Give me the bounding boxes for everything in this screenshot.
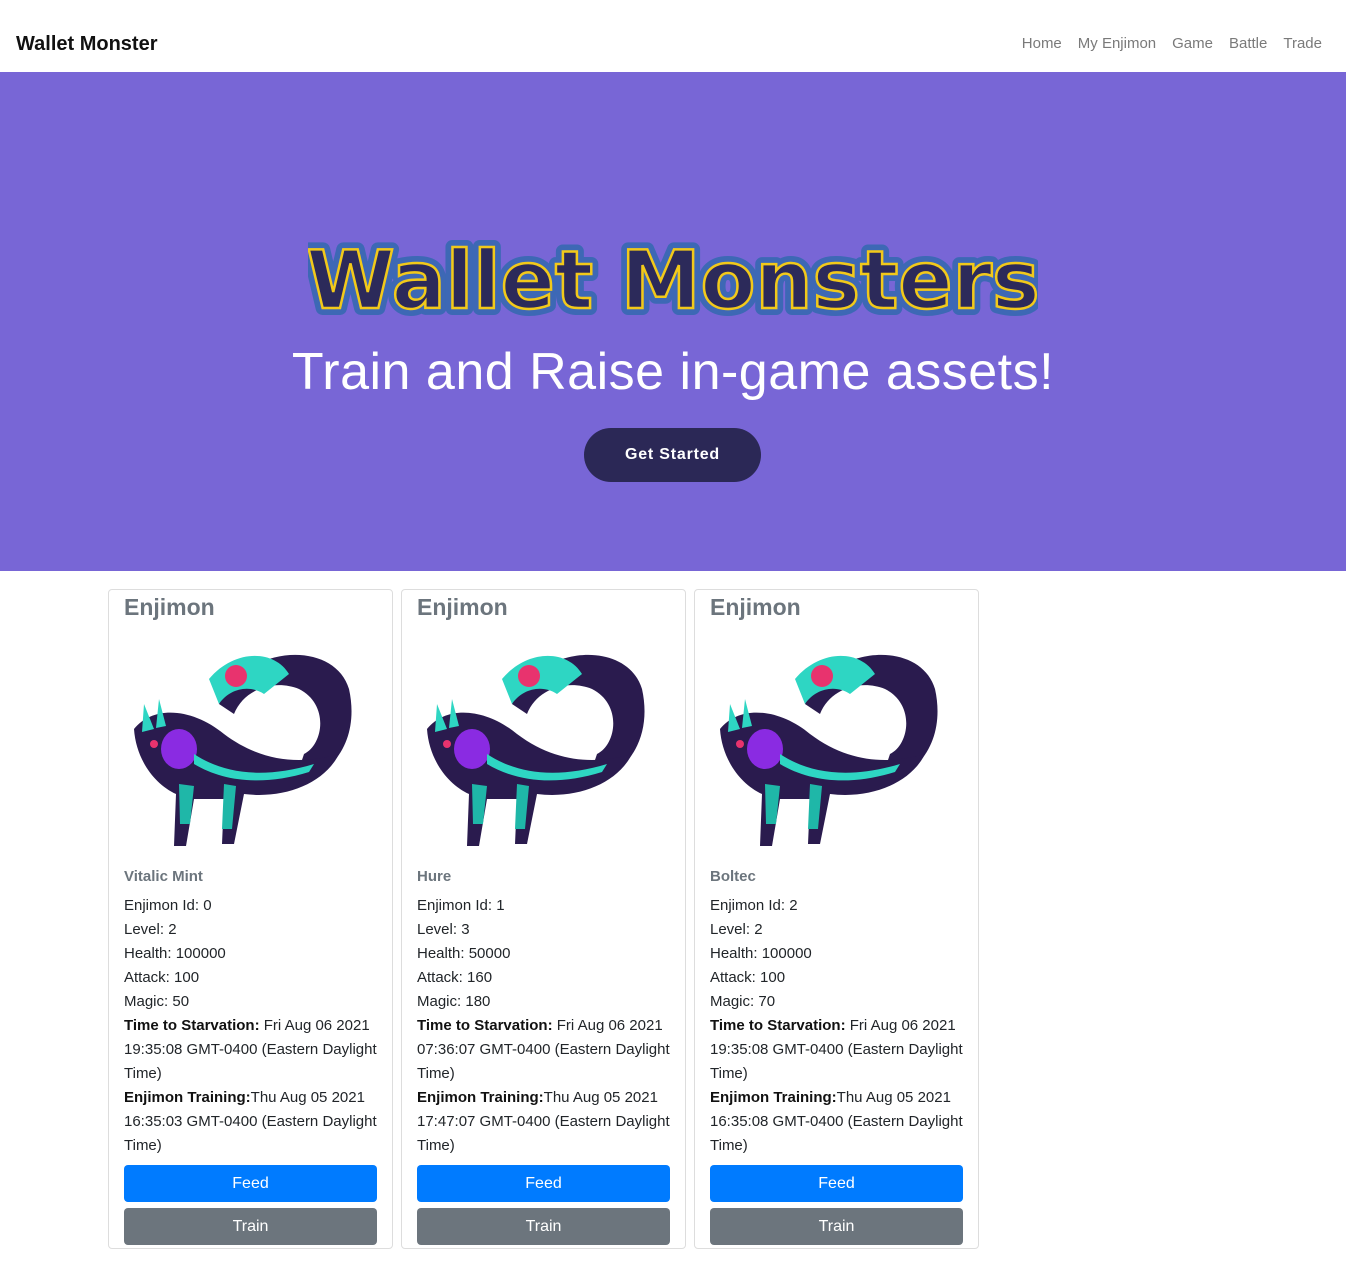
stat-magic-label: Magic:	[417, 993, 462, 1010]
stat-health-value: 50000	[468, 945, 511, 962]
stat-id-label: Enjimon Id:	[124, 897, 200, 914]
card-title: Enjimon	[124, 594, 215, 620]
stat-health-label: Health:	[710, 945, 758, 962]
stat-attack-value: 160	[467, 969, 493, 986]
top-navbar: Wallet Monster Home My Enjimon Game Batt…	[0, 18, 1346, 72]
enjimon-stats: Enjimon Id: 0 Level: 2 Health: 100000 At…	[124, 894, 386, 1158]
stat-training: Enjimon Training:Thu Aug 05 2021 16:35:0…	[124, 1086, 386, 1158]
nav-link-battle[interactable]: Battle	[1229, 35, 1267, 52]
stat-health: Health: 100000	[124, 942, 386, 966]
enjimon-image	[720, 654, 938, 846]
nav-links: Home My Enjimon Game Battle Trade	[1022, 35, 1322, 52]
card-title: Enjimon	[417, 594, 508, 620]
stat-training-label: Enjimon Training:	[417, 1089, 544, 1106]
stat-id: Enjimon Id: 2	[710, 894, 972, 918]
train-button[interactable]: Train	[710, 1208, 963, 1245]
stat-level-label: Level:	[124, 921, 165, 938]
stat-training: Enjimon Training:Thu Aug 05 2021 17:47:0…	[417, 1086, 679, 1158]
stat-level-value: 2	[168, 921, 177, 938]
nav-link-home[interactable]: Home	[1022, 35, 1062, 52]
stat-attack-label: Attack:	[417, 969, 463, 986]
stat-level-label: Level:	[710, 921, 751, 938]
stat-training-label: Enjimon Training:	[124, 1089, 251, 1106]
stat-level-value: 2	[754, 921, 763, 938]
stat-health-label: Health:	[417, 945, 465, 962]
get-started-button[interactable]: Get Started	[584, 428, 761, 482]
enjimon-card: Enjimon Hure Enjimon Id: 1 Level: 3 Heal…	[401, 589, 686, 1249]
stat-id: Enjimon Id: 1	[417, 894, 679, 918]
train-button[interactable]: Train	[417, 1208, 670, 1245]
stat-magic-value: 180	[465, 993, 491, 1010]
stat-level: Level: 3	[417, 918, 679, 942]
enjimon-stats: Enjimon Id: 2 Level: 2 Health: 100000 At…	[710, 894, 972, 1158]
enjimon-card-list: Enjimon Vitalic Mint Enjimon Id: 0 Level…	[108, 589, 988, 1249]
stat-magic-value: 50	[172, 993, 190, 1010]
nav-link-trade[interactable]: Trade	[1283, 35, 1322, 52]
stat-health-label: Health:	[124, 945, 172, 962]
stat-attack-value: 100	[760, 969, 786, 986]
stat-id-value: 2	[789, 897, 798, 914]
stat-level: Level: 2	[124, 918, 386, 942]
stat-attack-label: Attack:	[124, 969, 170, 986]
feed-button[interactable]: Feed	[124, 1165, 377, 1202]
enjimon-stats: Enjimon Id: 1 Level: 3 Health: 50000 Att…	[417, 894, 679, 1158]
stat-magic: Magic: 50	[124, 990, 386, 1014]
stat-id-label: Enjimon Id:	[710, 897, 786, 914]
stat-attack: Attack: 160	[417, 966, 679, 990]
feed-button[interactable]: Feed	[710, 1165, 963, 1202]
logo-text: Wallet Monsters	[308, 234, 1038, 327]
enjimon-name: Vitalic Mint	[124, 868, 203, 885]
stat-attack-value: 100	[174, 969, 200, 986]
stat-starvation-label: Time to Starvation:	[124, 1017, 260, 1034]
card-title: Enjimon	[710, 594, 801, 620]
stat-id-label: Enjimon Id:	[417, 897, 493, 914]
stat-id-value: 0	[203, 897, 212, 914]
stat-magic-label: Magic:	[710, 993, 755, 1010]
stat-level-value: 3	[461, 921, 470, 938]
hero-tagline: Train and Raise in-game assets!	[291, 343, 1055, 401]
stat-attack-label: Attack:	[710, 969, 756, 986]
stat-starvation: Time to Starvation: Fri Aug 06 2021 19:3…	[124, 1014, 386, 1086]
stat-magic: Magic: 70	[710, 990, 972, 1014]
stat-attack: Attack: 100	[710, 966, 972, 990]
stat-health: Health: 50000	[417, 942, 679, 966]
nav-link-game[interactable]: Game	[1172, 35, 1213, 52]
wallet-monsters-logo: Wallet Monsters Wallet Monsters	[308, 227, 1038, 334]
stat-id-value: 1	[496, 897, 505, 914]
enjimon-name: Boltec	[710, 868, 756, 885]
train-button[interactable]: Train	[124, 1208, 377, 1245]
stat-health-value: 100000	[175, 945, 226, 962]
enjimon-card: Enjimon Vitalic Mint Enjimon Id: 0 Level…	[108, 589, 393, 1249]
stat-training: Enjimon Training:Thu Aug 05 2021 16:35:0…	[710, 1086, 972, 1158]
stat-training-label: Enjimon Training:	[710, 1089, 837, 1106]
stat-health-value: 100000	[761, 945, 812, 962]
enjimon-image	[134, 654, 352, 846]
stat-id: Enjimon Id: 0	[124, 894, 386, 918]
enjimon-card: Enjimon Boltec Enjimon Id: 2 Level: 2 He…	[694, 589, 979, 1249]
stat-starvation: Time to Starvation: Fri Aug 06 2021 07:3…	[417, 1014, 679, 1086]
stat-level: Level: 2	[710, 918, 972, 942]
stat-magic-label: Magic:	[124, 993, 169, 1010]
nav-link-my-enjimon[interactable]: My Enjimon	[1078, 35, 1156, 52]
stat-magic-value: 70	[758, 993, 776, 1010]
stat-attack: Attack: 100	[124, 966, 386, 990]
hero-banner: Wallet Monsters Wallet Monsters Train an…	[0, 72, 1346, 571]
enjimon-image	[427, 654, 645, 846]
stat-starvation-label: Time to Starvation:	[710, 1017, 846, 1034]
stat-magic: Magic: 180	[417, 990, 679, 1014]
brand-logo[interactable]: Wallet Monster	[16, 33, 158, 56]
enjimon-name: Hure	[417, 868, 452, 885]
feed-button[interactable]: Feed	[417, 1165, 670, 1202]
stat-level-label: Level:	[417, 921, 458, 938]
stat-starvation: Time to Starvation: Fri Aug 06 2021 19:3…	[710, 1014, 972, 1086]
stat-starvation-label: Time to Starvation:	[417, 1017, 553, 1034]
stat-health: Health: 100000	[710, 942, 972, 966]
